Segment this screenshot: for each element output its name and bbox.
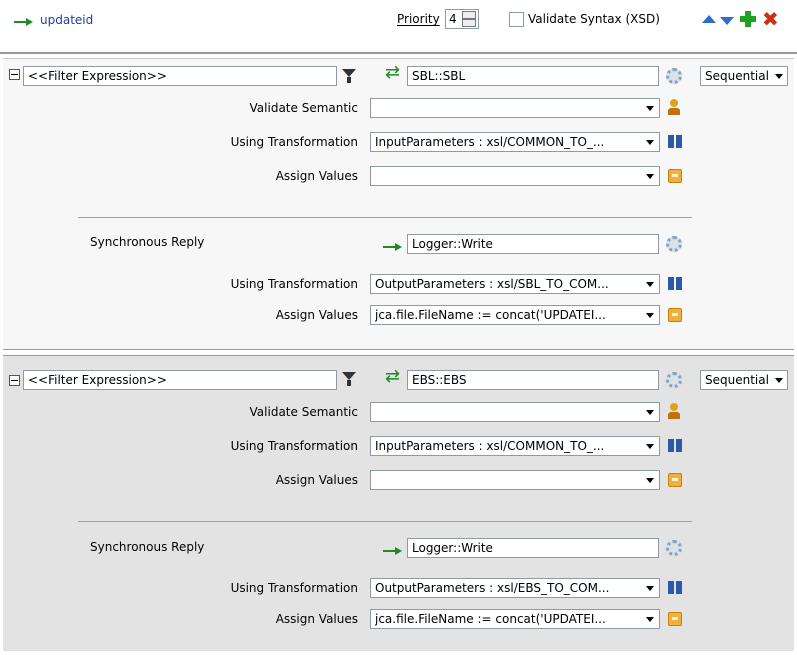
synchronous-reply-label: Synchronous Reply bbox=[90, 235, 205, 249]
gear-icon[interactable] bbox=[666, 540, 682, 556]
using-transformation-value: InputParameters : xsl/COMMON_TO_... bbox=[375, 135, 605, 149]
rule-panel: <<Filter Expression>> SBL::SBL Sequentia… bbox=[3, 58, 794, 350]
transformation-map-icon[interactable] bbox=[667, 276, 683, 292]
route-name-link[interactable]: updateid bbox=[40, 13, 93, 27]
assign-values-icon[interactable] bbox=[668, 473, 682, 487]
add-rule-icon[interactable] bbox=[740, 11, 756, 27]
assign-values-icon[interactable] bbox=[668, 308, 682, 322]
transform-swap-icon bbox=[385, 366, 403, 387]
dropdown-arrow-icon bbox=[643, 277, 657, 291]
reply-target-field[interactable]: Logger::Write bbox=[407, 234, 659, 254]
assign-values-label: Assign Values bbox=[275, 473, 358, 487]
reply-assign-values-value: jca.file.FileName := concat('UPDATEI... bbox=[375, 612, 606, 626]
reply-assign-values-label: Assign Values bbox=[275, 612, 358, 626]
gear-icon[interactable] bbox=[666, 68, 682, 84]
using-transformation-select[interactable]: InputParameters : xsl/COMMON_TO_... bbox=[370, 436, 660, 456]
using-transformation-select[interactable]: InputParameters : xsl/COMMON_TO_... bbox=[370, 132, 660, 152]
dropdown-arrow-icon bbox=[643, 135, 657, 149]
filter-expression-field[interactable]: <<Filter Expression>> bbox=[23, 370, 337, 390]
priority-label: Priority bbox=[397, 12, 440, 26]
priority-up-icon[interactable] bbox=[462, 11, 476, 19]
using-transformation-label: Using Transformation bbox=[230, 439, 358, 453]
dropdown-arrow-icon bbox=[643, 405, 657, 419]
reply-assign-values-value: jca.file.FileName := concat('UPDATEI... bbox=[375, 308, 606, 322]
dropdown-arrow-icon bbox=[643, 439, 657, 453]
transformation-map-icon[interactable] bbox=[667, 438, 683, 454]
section-divider bbox=[78, 217, 692, 218]
route-arrow-icon bbox=[14, 17, 34, 27]
reply-transformation-select[interactable]: OutputParameters : xsl/EBS_TO_COM... bbox=[370, 578, 660, 598]
validator-icon[interactable] bbox=[667, 99, 681, 117]
target-service-field[interactable]: SBL::SBL bbox=[407, 66, 659, 86]
using-transformation-value: InputParameters : xsl/COMMON_TO_... bbox=[375, 439, 605, 453]
reply-arrow-icon bbox=[383, 242, 403, 252]
assign-values-select[interactable] bbox=[370, 470, 660, 490]
rule-panel: <<Filter Expression>> EBS::EBS Sequentia… bbox=[3, 355, 794, 651]
assign-values-icon[interactable] bbox=[668, 169, 682, 183]
assign-values-label: Assign Values bbox=[275, 169, 358, 183]
execution-dropdown[interactable]: Sequential bbox=[700, 66, 788, 86]
transform-swap-icon bbox=[385, 62, 403, 83]
assign-values-icon[interactable] bbox=[668, 612, 682, 626]
execution-caret-icon bbox=[775, 378, 783, 383]
priority-spinner[interactable]: 4 bbox=[445, 9, 479, 29]
collapse-icon[interactable] bbox=[9, 375, 20, 386]
reply-transformation-value: OutputParameters : xsl/EBS_TO_COM... bbox=[375, 581, 610, 595]
collapse-icon[interactable] bbox=[9, 69, 20, 80]
section-divider bbox=[78, 521, 692, 522]
synchronous-reply-label: Synchronous Reply bbox=[90, 540, 205, 554]
priority-value: 4 bbox=[449, 12, 457, 26]
priority-down-icon[interactable] bbox=[462, 19, 476, 27]
delete-rule-icon[interactable]: ✖ bbox=[762, 7, 779, 31]
filter-expression-field[interactable]: <<Filter Expression>> bbox=[23, 66, 337, 86]
dropdown-arrow-icon bbox=[643, 612, 657, 626]
dropdown-arrow-icon bbox=[643, 308, 657, 322]
filter-icon[interactable] bbox=[342, 372, 356, 386]
execution-value: Sequential bbox=[705, 69, 769, 83]
reply-assign-values-select[interactable]: jca.file.FileName := concat('UPDATEI... bbox=[370, 609, 660, 629]
validate-semantic-label: Validate Semantic bbox=[249, 101, 358, 115]
reply-transformation-label: Using Transformation bbox=[230, 581, 358, 595]
header-bar: updateid Priority 4 Validate Syntax (XSD… bbox=[0, 0, 797, 40]
reply-assign-values-select[interactable]: jca.file.FileName := concat('UPDATEI... bbox=[370, 305, 660, 325]
execution-dropdown[interactable]: Sequential bbox=[700, 370, 788, 390]
dropdown-arrow-icon bbox=[643, 581, 657, 595]
move-up-icon[interactable] bbox=[702, 15, 716, 23]
execution-caret-icon bbox=[775, 74, 783, 79]
filter-icon[interactable] bbox=[342, 69, 356, 83]
validator-icon[interactable] bbox=[667, 403, 681, 421]
reply-transformation-value: OutputParameters : xsl/SBL_TO_COM... bbox=[375, 277, 609, 291]
validate-semantic-label: Validate Semantic bbox=[249, 405, 358, 419]
reply-assign-values-label: Assign Values bbox=[275, 308, 358, 322]
add-bar-v bbox=[745, 11, 751, 27]
reply-target-field[interactable]: Logger::Write bbox=[407, 538, 659, 558]
target-service-field[interactable]: EBS::EBS bbox=[407, 370, 659, 390]
gear-icon[interactable] bbox=[666, 236, 682, 252]
reply-transformation-select[interactable]: OutputParameters : xsl/SBL_TO_COM... bbox=[370, 274, 660, 294]
reply-arrow-icon bbox=[383, 546, 403, 556]
assign-values-select[interactable] bbox=[370, 166, 660, 186]
using-transformation-label: Using Transformation bbox=[230, 135, 358, 149]
validate-semantic-select[interactable] bbox=[370, 402, 660, 422]
header-divider bbox=[0, 52, 797, 54]
dropdown-arrow-icon bbox=[643, 473, 657, 487]
dropdown-arrow-icon bbox=[643, 169, 657, 183]
gear-icon[interactable] bbox=[666, 372, 682, 388]
transformation-map-icon[interactable] bbox=[667, 580, 683, 596]
execution-value: Sequential bbox=[705, 373, 769, 387]
validate-semantic-select[interactable] bbox=[370, 98, 660, 118]
validate-syntax-checkbox[interactable] bbox=[509, 12, 524, 27]
dropdown-arrow-icon bbox=[643, 101, 657, 115]
validate-syntax-label: Validate Syntax (XSD) bbox=[528, 12, 660, 26]
reply-transformation-label: Using Transformation bbox=[230, 277, 358, 291]
move-down-icon[interactable] bbox=[720, 17, 734, 25]
transformation-map-icon[interactable] bbox=[667, 134, 683, 150]
